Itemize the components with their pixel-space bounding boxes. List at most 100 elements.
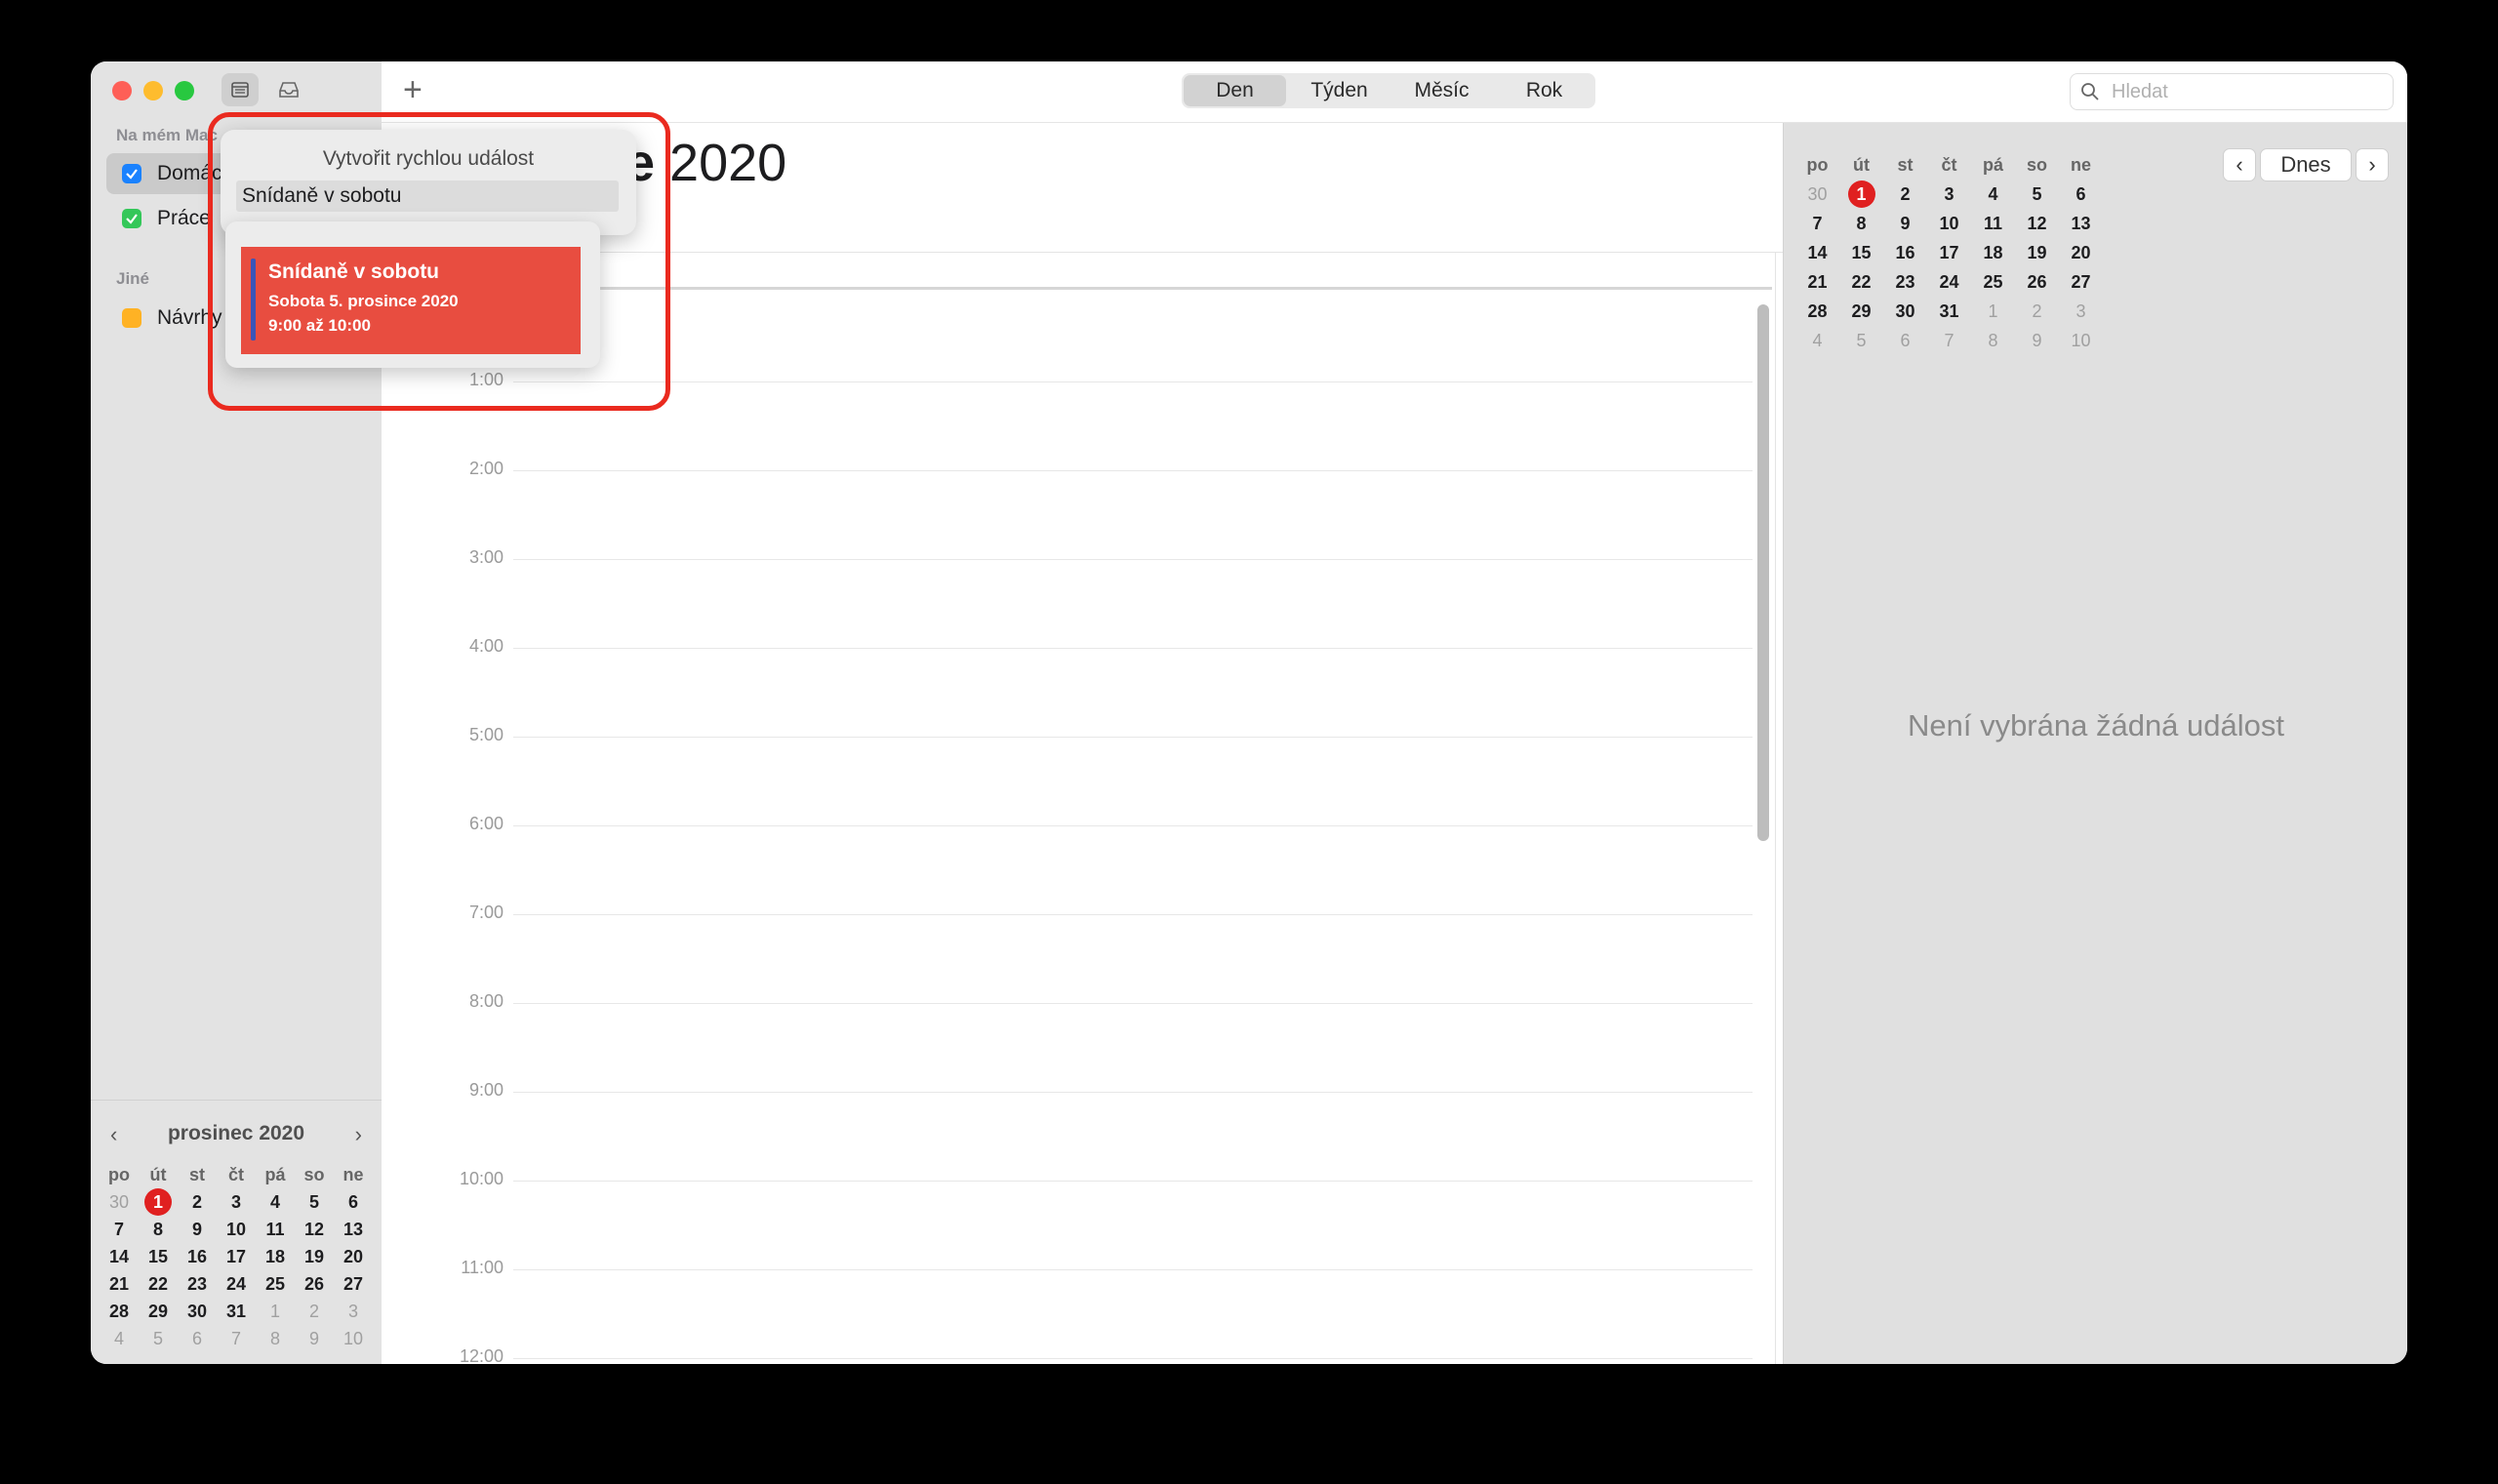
- calendar-day[interactable]: 4: [256, 1188, 295, 1216]
- calendar-day[interactable]: 9: [1883, 209, 1927, 238]
- calendar-day[interactable]: 12: [295, 1216, 334, 1243]
- calendar-day[interactable]: 24: [1927, 267, 1971, 297]
- calendar-day[interactable]: 3: [1927, 180, 1971, 209]
- calendar-day[interactable]: 29: [139, 1298, 178, 1325]
- minimize-window-button[interactable]: [143, 81, 163, 100]
- calendar-day[interactable]: 7: [217, 1325, 256, 1352]
- view-tab-week[interactable]: Týden: [1288, 73, 1390, 108]
- calendar-day[interactable]: 17: [217, 1243, 256, 1270]
- calendar-day[interactable]: 1: [256, 1298, 295, 1325]
- hour-row[interactable]: 11:00: [382, 1258, 1753, 1277]
- vertical-scrollbar[interactable]: [1757, 291, 1769, 1364]
- calendar-day[interactable]: 15: [1839, 238, 1883, 267]
- calendar-day[interactable]: 21: [1795, 267, 1839, 297]
- calendar-day[interactable]: 25: [256, 1270, 295, 1298]
- scrollbar-thumb[interactable]: [1757, 304, 1769, 841]
- calendar-day[interactable]: 22: [139, 1270, 178, 1298]
- calendar-day[interactable]: 30: [178, 1298, 217, 1325]
- calendar-day[interactable]: 7: [1927, 326, 1971, 355]
- calendar-day[interactable]: 16: [1883, 238, 1927, 267]
- calendar-day[interactable]: 19: [295, 1243, 334, 1270]
- calendar-day[interactable]: 10: [217, 1216, 256, 1243]
- hour-row[interactable]: 9:00: [382, 1080, 1753, 1100]
- calendar-day[interactable]: 7: [100, 1216, 139, 1243]
- calendar-day[interactable]: 22: [1839, 267, 1883, 297]
- calendar-day[interactable]: 11: [256, 1216, 295, 1243]
- hour-row[interactable]: 8:00: [382, 991, 1753, 1011]
- next-day-button[interactable]: ›: [2356, 148, 2389, 181]
- hour-row[interactable]: 4:00: [382, 636, 1753, 656]
- hour-row[interactable]: 10:00: [382, 1169, 1753, 1188]
- calendar-day[interactable]: 14: [1795, 238, 1839, 267]
- hour-row[interactable]: 5:00: [382, 725, 1753, 744]
- zoom-window-button[interactable]: [175, 81, 194, 100]
- calendar-day[interactable]: 30: [1795, 180, 1839, 209]
- hour-row[interactable]: 3:00: [382, 547, 1753, 567]
- calendar-day[interactable]: 29: [1839, 297, 1883, 326]
- view-tab-month[interactable]: Měsíc: [1390, 73, 1493, 108]
- calendar-day[interactable]: 26: [2015, 267, 2059, 297]
- calendar-day[interactable]: 2: [178, 1188, 217, 1216]
- calendar-day[interactable]: 26: [295, 1270, 334, 1298]
- calendar-day[interactable]: 2: [295, 1298, 334, 1325]
- calendar-day[interactable]: 10: [334, 1325, 373, 1352]
- calendar-day[interactable]: 13: [2059, 209, 2103, 238]
- calendar-day[interactable]: 12: [2015, 209, 2059, 238]
- calendar-day[interactable]: 21: [100, 1270, 139, 1298]
- calendar-day[interactable]: 9: [2015, 326, 2059, 355]
- add-event-icon[interactable]: +: [403, 71, 423, 109]
- calendar-day[interactable]: 28: [1795, 297, 1839, 326]
- calendar-day[interactable]: 27: [334, 1270, 373, 1298]
- calendar-day[interactable]: 11: [1971, 209, 2015, 238]
- calendar-day[interactable]: 8: [1839, 209, 1883, 238]
- calendar-day[interactable]: 4: [1971, 180, 2015, 209]
- calendar-day[interactable]: 30: [1883, 297, 1927, 326]
- calendar-day[interactable]: 5: [139, 1325, 178, 1352]
- calendars-list-icon[interactable]: [222, 73, 259, 106]
- calendar-day[interactable]: 5: [2015, 180, 2059, 209]
- calendar-day[interactable]: 9: [295, 1325, 334, 1352]
- calendar-day[interactable]: 8: [1971, 326, 2015, 355]
- calendar-day[interactable]: 7: [1795, 209, 1839, 238]
- calendar-day[interactable]: 4: [1795, 326, 1839, 355]
- previous-day-button[interactable]: ‹: [2223, 148, 2256, 181]
- calendar-day[interactable]: 1: [1971, 297, 2015, 326]
- calendar-day[interactable]: 18: [1971, 238, 2015, 267]
- calendar-day[interactable]: 8: [139, 1216, 178, 1243]
- hour-row[interactable]: 2:00: [382, 459, 1753, 478]
- calendar-day[interactable]: 1: [139, 1188, 178, 1216]
- calendar-day[interactable]: 30: [100, 1188, 139, 1216]
- calendar-day[interactable]: 3: [2059, 297, 2103, 326]
- calendar-day[interactable]: 6: [2059, 180, 2103, 209]
- calendar-day[interactable]: 27: [2059, 267, 2103, 297]
- close-window-button[interactable]: [112, 81, 132, 100]
- calendar-day[interactable]: 24: [217, 1270, 256, 1298]
- calendar-day[interactable]: 14: [100, 1243, 139, 1270]
- today-marker[interactable]: 1: [1847, 180, 1875, 208]
- calendar-day[interactable]: 3: [217, 1188, 256, 1216]
- search-input[interactable]: [2110, 79, 2367, 104]
- calendar-day[interactable]: 5: [1839, 326, 1883, 355]
- calendar-day[interactable]: 13: [334, 1216, 373, 1243]
- calendar-day[interactable]: 6: [178, 1325, 217, 1352]
- calendar-day[interactable]: 18: [256, 1243, 295, 1270]
- calendar-day[interactable]: 19: [2015, 238, 2059, 267]
- calendar-day[interactable]: 5: [295, 1188, 334, 1216]
- checkbox-checked-icon[interactable]: [122, 164, 141, 183]
- calendar-day[interactable]: 2: [1883, 180, 1927, 209]
- calendar-day[interactable]: 6: [1883, 326, 1927, 355]
- view-tab-year[interactable]: Rok: [1493, 73, 1595, 108]
- today-marker[interactable]: 1: [144, 1188, 172, 1216]
- calendar-day[interactable]: 31: [1927, 297, 1971, 326]
- calendar-day[interactable]: 1: [1839, 180, 1883, 209]
- calendar-day[interactable]: 10: [1927, 209, 1971, 238]
- inbox-icon[interactable]: [270, 73, 307, 106]
- calendar-day[interactable]: 9: [178, 1216, 217, 1243]
- calendar-day[interactable]: 3: [334, 1298, 373, 1325]
- calendar-day[interactable]: 20: [334, 1243, 373, 1270]
- calendar-day[interactable]: 16: [178, 1243, 217, 1270]
- hour-row[interactable]: 6:00: [382, 814, 1753, 833]
- search-box[interactable]: [2070, 73, 2394, 110]
- calendar-day[interactable]: 10: [2059, 326, 2103, 355]
- calendar-day[interactable]: 15: [139, 1243, 178, 1270]
